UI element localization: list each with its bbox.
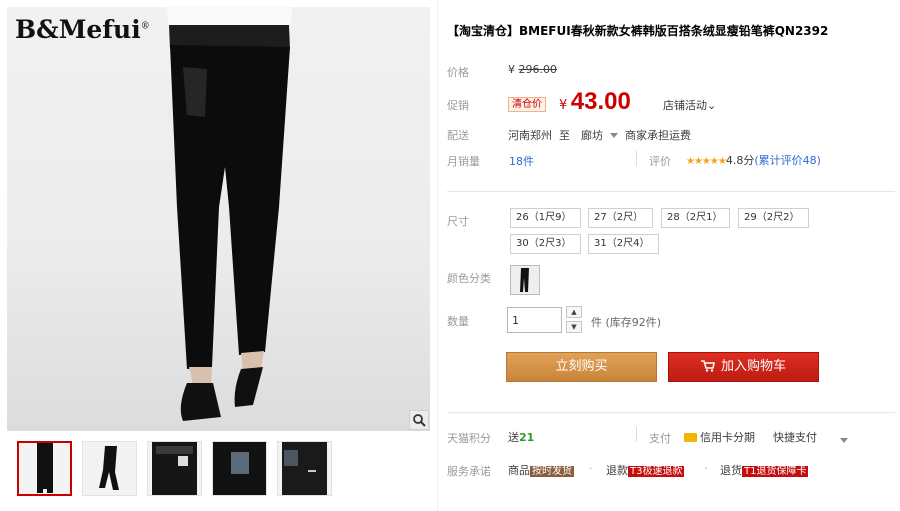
delivery-to-word: 至 — [559, 129, 570, 142]
rating-summary[interactable]: ★★★★★4.8分(累计评价48) — [686, 152, 821, 168]
caret-down-icon — [840, 438, 848, 443]
size-option-29[interactable]: 29（2尺2） — [738, 208, 809, 228]
quantity-input[interactable] — [507, 307, 562, 333]
quantity-decrement[interactable]: ▼ — [566, 321, 582, 333]
sales-divider — [636, 151, 637, 166]
quick-pay: 快捷支付 — [773, 431, 817, 444]
color-label: 颜色分类 — [447, 272, 491, 285]
product-title: 【淘宝清仓】BMEFUI春秋新款女裤韩版百搭条绒显瘦铅笔裤QN2392 — [447, 24, 829, 38]
size-option-26[interactable]: 26（1尺9） — [510, 208, 581, 228]
chevron-up-icon: ▲ — [571, 308, 577, 316]
delivery-origin: 河南郑州 — [508, 129, 552, 142]
star-rating-icon: ★★★★★ — [686, 156, 727, 167]
column-divider — [437, 0, 438, 511]
color-swatch-black[interactable] — [510, 265, 540, 295]
size-option-30[interactable]: 30（2尺3） — [510, 234, 581, 254]
service-separator: · — [589, 462, 593, 475]
monthly-sales-count: 18件 — [509, 155, 534, 168]
monthly-sales-label: 月销量 — [447, 155, 480, 168]
rating-label: 评价 — [649, 155, 671, 168]
service-refund[interactable]: 退款 T3极速退款 — [606, 462, 685, 478]
add-to-cart-button[interactable]: 加入购物车 — [668, 352, 819, 382]
original-price: ¥ 296.00 — [508, 63, 557, 76]
credit-card-installment: 信用卡分期 — [684, 429, 755, 445]
quantity-label: 数量 — [447, 315, 469, 328]
cart-icon — [700, 355, 715, 383]
quantity-increment[interactable]: ▲ — [566, 306, 582, 318]
thumbnail-2[interactable] — [82, 441, 137, 496]
section-divider-2 — [447, 412, 895, 413]
buy-now-button[interactable]: 立刻购买 — [506, 352, 657, 382]
service-label: 服务承诺 — [447, 465, 491, 478]
chevron-down-icon: ⌄ — [707, 99, 717, 112]
credit-card-icon — [684, 433, 697, 442]
delivery-label: 配送 — [447, 129, 469, 142]
magnifier-icon — [413, 414, 426, 427]
size-option-28[interactable]: 28（2尺1） — [661, 208, 730, 228]
points-value: 送21 — [508, 431, 535, 444]
size-option-31[interactable]: 31（2尺4） — [588, 234, 659, 254]
section-divider — [447, 191, 895, 192]
chevron-down-icon: ▼ — [571, 323, 577, 331]
service-return[interactable]: 退货 T1退货保障卡 — [720, 462, 809, 478]
pay-divider — [636, 427, 637, 442]
payment-label: 支付 — [649, 432, 671, 445]
shop-activity-dropdown[interactable]: 店铺活动⌄ — [663, 97, 716, 113]
product-main-image[interactable]: B&Mefui® — [7, 7, 430, 431]
payment-more-toggle[interactable] — [840, 433, 848, 446]
points-label: 天猫积分 — [447, 432, 491, 445]
stock-info: 件 (库存92件) — [591, 316, 662, 329]
size-option-27[interactable]: 27（2尺） — [588, 208, 653, 228]
thumbnail-5[interactable] — [277, 441, 332, 496]
shipping-method: 商家承担运费 — [625, 129, 691, 142]
promo-price: ¥ 43.00 — [559, 88, 631, 115]
delivery-destination-select[interactable]: 廊坊 — [581, 127, 618, 143]
service-shipping[interactable]: 商品 按时发货 — [508, 462, 574, 478]
caret-down-icon — [609, 133, 618, 138]
model-pants-illustration — [167, 7, 292, 421]
price-label: 价格 — [447, 66, 469, 79]
thumbnail-strip — [17, 441, 332, 496]
thumbnail-4[interactable] — [212, 441, 267, 496]
service-separator-2: · — [704, 462, 708, 475]
thumbnail-1[interactable] — [17, 441, 72, 496]
thumbnail-3[interactable] — [147, 441, 202, 496]
promo-label: 促销 — [447, 99, 469, 112]
zoom-button[interactable] — [409, 410, 429, 430]
size-label: 尺寸 — [447, 215, 469, 228]
promo-tag: 清仓价 — [508, 95, 546, 112]
